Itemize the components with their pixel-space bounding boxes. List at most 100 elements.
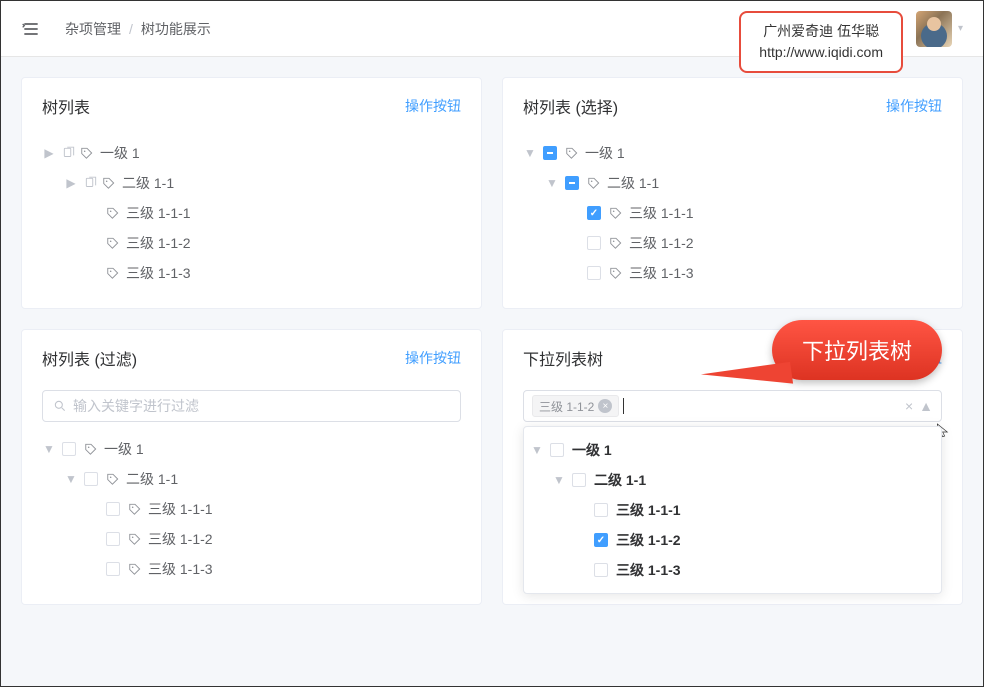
collapse-icon[interactable]: ▼ (64, 472, 78, 486)
caret-up-icon[interactable]: ▲ (919, 398, 933, 414)
tag-icon (128, 502, 142, 516)
card-tree-list: 树列表 操作按钮 ▶ 一级 1 ▶ 二级 1-1 ▶ 三级 1-1-1 (21, 77, 482, 309)
tree-node[interactable]: ▼ 一级 1 (523, 138, 942, 168)
tag-icon (84, 442, 98, 456)
tree-node[interactable]: ▼ 二级 1-1 (523, 168, 942, 198)
checkbox[interactable] (106, 502, 120, 516)
tree-node[interactable]: ▶ 三级 1-1-2 (523, 228, 942, 258)
collapse-icon[interactable]: ▼ (545, 176, 559, 190)
callout-label: 下拉列表树 (772, 320, 942, 380)
attribution-box: 广州爱奇迪 伍华聪 http://www.iqidi.com (739, 11, 903, 73)
tag-icon (587, 176, 601, 190)
tree-node[interactable]: ▶ 三级 1-1-3 (523, 258, 942, 288)
checkbox[interactable] (587, 266, 601, 280)
tree-node-label: 一级 1 (100, 143, 140, 163)
tag-icon (565, 146, 579, 160)
tree-node[interactable]: ▶ 三级 1-1-3 (530, 555, 935, 585)
tag-icon (106, 266, 120, 280)
tree-body: ▶ 一级 1 ▶ 二级 1-1 ▶ 三级 1-1-1 ▶ 三级 1-1-2 (22, 134, 481, 308)
tree-node[interactable]: ▶ 三级 1-1-2 (42, 228, 461, 258)
filter-placeholder: 输入关键字进行过滤 (73, 396, 199, 416)
attribution-name: 广州爱奇迪 伍华聪 (759, 21, 883, 42)
card-title: 树列表 (过滤) (42, 346, 137, 370)
tree-node[interactable]: ▶ 二级 1-1 (42, 168, 461, 198)
checkbox-indeterminate[interactable] (543, 146, 557, 160)
tree-node[interactable]: ▶ 三级 1-1-1 (523, 198, 942, 228)
tree-select-dropdown: ▼ 一级 1 ▼ 二级 1-1 ▶ 三级 1-1-1 (523, 426, 942, 594)
filter-input[interactable]: 输入关键字进行过滤 (42, 390, 461, 422)
tree-node-label: 三级 1-1-2 (616, 530, 681, 550)
tag-icon (609, 206, 623, 220)
tag-icon (106, 236, 120, 250)
card-tree-filter: 树列表 (过滤) 操作按钮 输入关键字进行过滤 ▼ 一级 1 ▼ 二级 1-1 … (21, 329, 482, 605)
selected-tag: 三级 1-1-2 × (532, 395, 619, 417)
remove-tag-icon[interactable]: × (598, 399, 612, 413)
tree-node-label: 三级 1-1-3 (148, 559, 213, 579)
checkbox[interactable] (106, 562, 120, 576)
tree-select-input[interactable]: 三级 1-1-2 × × ▲ (523, 390, 942, 422)
tree-node-label: 二级 1-1 (122, 173, 174, 193)
tree-body: 输入关键字进行过滤 ▼ 一级 1 ▼ 二级 1-1 ▶ 三级 1-1-1 (22, 386, 481, 604)
card-tree-select: 树列表 (选择) 操作按钮 ▼ 一级 1 ▼ 二级 1-1 ▶ 三级 1-1-1 (502, 77, 963, 309)
card-tree-dropdown: 下拉列表树 下拉列表树 操作按钮 三级 1-1-2 × × ▲ (502, 329, 963, 605)
tree-node[interactable]: ▶ 三级 1-1-2 (42, 524, 461, 554)
tree-body: ▼ 一级 1 ▼ 二级 1-1 ▶ 三级 1-1-1 ▶ 三 (503, 134, 962, 308)
tree-node[interactable]: ▶ 三级 1-1-3 (42, 554, 461, 584)
tree-node[interactable]: ▶ 三级 1-1-1 (530, 495, 935, 525)
collapse-icon[interactable]: ▼ (42, 442, 56, 456)
text-cursor (623, 398, 624, 414)
select-controls: × ▲ (905, 398, 933, 414)
tree-node[interactable]: ▼ 二级 1-1 (42, 464, 461, 494)
tag-icon (102, 176, 116, 190)
tree-node-label: 二级 1-1 (126, 469, 178, 489)
action-button[interactable]: 操作按钮 (405, 348, 461, 368)
user-menu-caret-icon[interactable]: ▾ (958, 23, 963, 34)
checkbox[interactable] (594, 503, 608, 517)
checkbox[interactable] (62, 442, 76, 456)
checkbox[interactable] (572, 473, 586, 487)
tree-node[interactable]: ▶ 三级 1-1-1 (42, 198, 461, 228)
tree-node-label: 二级 1-1 (607, 173, 659, 193)
action-button[interactable]: 操作按钮 (405, 96, 461, 116)
checkbox-checked[interactable] (594, 533, 608, 547)
tag-icon (609, 236, 623, 250)
breadcrumb-separator: / (129, 21, 133, 37)
checkbox[interactable] (550, 443, 564, 457)
clear-icon[interactable]: × (905, 398, 913, 414)
tree-node-label: 二级 1-1 (594, 470, 646, 490)
collapse-icon[interactable]: ▼ (530, 443, 544, 457)
attribution-url: http://www.iqidi.com (759, 42, 883, 63)
checkbox[interactable] (84, 472, 98, 486)
expand-icon[interactable]: ▶ (64, 176, 78, 190)
card-title: 下拉列表树 (523, 346, 603, 370)
breadcrumb: 杂项管理 / 树功能展示 (65, 19, 211, 39)
tree-node-label: 三级 1-1-3 (126, 263, 191, 283)
tree-node[interactable]: ▶ 三级 1-1-2 (530, 525, 935, 555)
collapse-icon[interactable]: ▼ (552, 473, 566, 487)
card-header: 树列表 (过滤) 操作按钮 (22, 330, 481, 386)
checkbox[interactable] (587, 236, 601, 250)
tree-node-label: 一级 1 (572, 440, 612, 460)
checkbox[interactable] (106, 532, 120, 546)
card-title: 树列表 (选择) (523, 94, 618, 118)
tree-node[interactable]: ▼ 一级 1 (42, 434, 461, 464)
tree-node[interactable]: ▼ 二级 1-1 (530, 465, 935, 495)
tree-node[interactable]: ▼ 一级 1 (530, 435, 935, 465)
avatar[interactable] (916, 11, 952, 47)
menu-toggle-icon[interactable] (21, 19, 41, 39)
checkbox-indeterminate[interactable] (565, 176, 579, 190)
action-button[interactable]: 操作按钮 (886, 96, 942, 116)
tag-icon (609, 266, 623, 280)
tree-node-label: 三级 1-1-1 (616, 500, 681, 520)
tree-node[interactable]: ▶ 三级 1-1-1 (42, 494, 461, 524)
breadcrumb-item[interactable]: 杂项管理 (65, 19, 121, 39)
checkbox[interactable] (594, 563, 608, 577)
checkbox-checked[interactable] (587, 206, 601, 220)
tree-node[interactable]: ▶ 三级 1-1-3 (42, 258, 461, 288)
collapse-icon[interactable]: ▼ (523, 146, 537, 160)
copy-icon (84, 176, 98, 190)
card-header: 树列表 (选择) 操作按钮 (503, 78, 962, 134)
tree-node[interactable]: ▶ 一级 1 (42, 138, 461, 168)
expand-icon[interactable]: ▶ (42, 146, 56, 160)
content-grid: 树列表 操作按钮 ▶ 一级 1 ▶ 二级 1-1 ▶ 三级 1-1-1 (1, 57, 983, 625)
